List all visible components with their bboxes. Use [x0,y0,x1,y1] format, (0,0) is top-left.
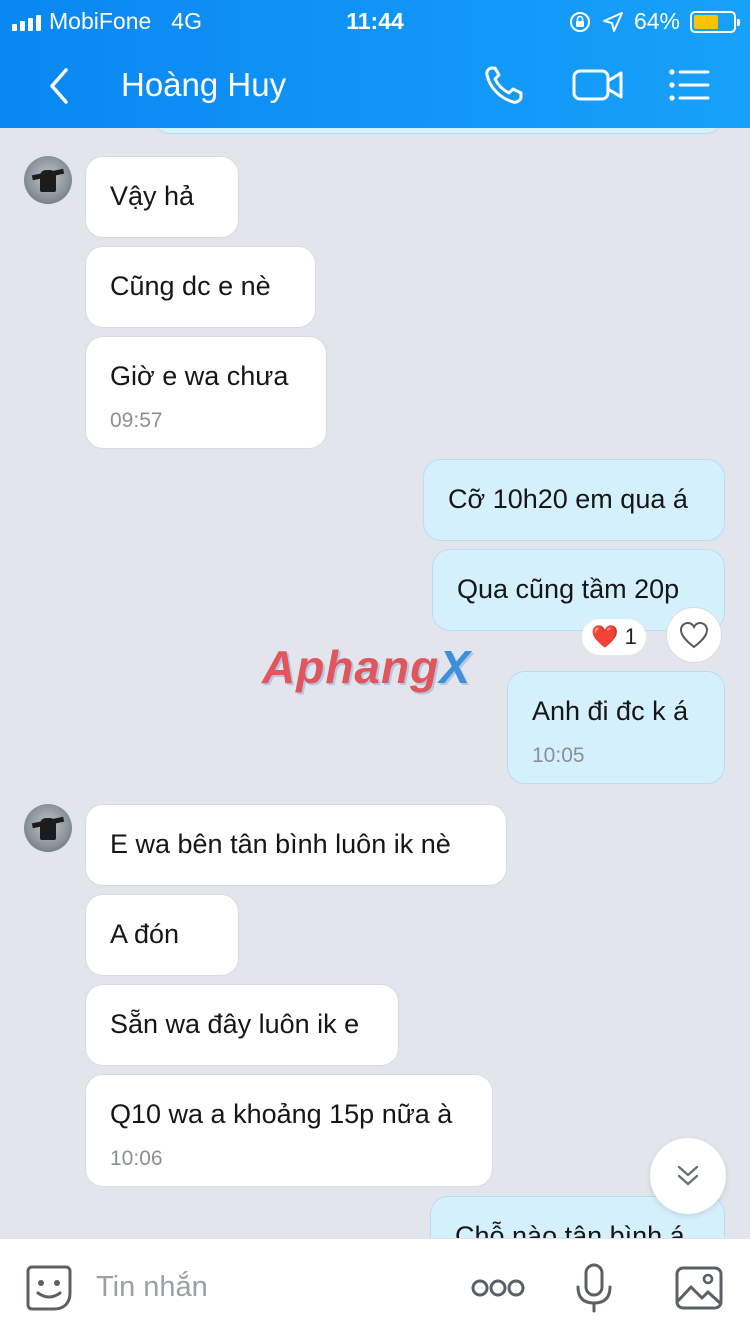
message-list[interactable]: Vậy hả Cũng dc e nè Giờ e wa chưa 09:57 … [0,128,750,1238]
battery-percent: 64% [633,8,680,34]
message-text: Q10 wa a khoảng 15p nữa à [110,1099,453,1129]
message-text: E wa bên tân bình luôn ik nè [110,829,451,859]
message-text: Anh đi đc k á [532,696,689,726]
message-timestamp: 10:06 [110,1147,163,1170]
microphone-icon[interactable] [572,1263,616,1313]
video-camera-icon[interactable] [570,62,626,108]
message-text: Qua cũng tầm 20p [457,574,680,604]
message-bubble[interactable]: A đón [85,894,239,976]
message-text: Cỡ 10h20 em qua á [448,484,688,514]
message-text: Cũng dc e nè [110,271,271,301]
message-text: Giờ e wa chưa [110,361,289,391]
list-menu-icon[interactable] [666,62,712,108]
reaction-badge[interactable]: ❤️ 1 [582,619,646,655]
status-bar: MobiFone 4G 11:44 64% [0,0,750,40]
heart-outline-icon[interactable] [666,607,722,663]
navigation-bar: Hoàng Huy [0,44,750,128]
location-arrow-icon [602,11,623,32]
scroll-to-bottom-button[interactable] [650,1138,726,1214]
message-text: Chỗ nào tân bình á [455,1221,685,1238]
reaction-count: 1 [624,624,637,649]
contact-avatar[interactable] [24,804,72,852]
message-bubble[interactable]: Vậy hả [85,156,239,238]
image-icon[interactable] [674,1263,724,1313]
message-bubble[interactable]: Cũng dc e nè [85,246,316,328]
message-bubble[interactable]: E wa bên tân bình luôn ik nè [85,804,507,886]
heart-reaction-icon: ❤️ [591,624,619,649]
message-composer: Tin nhắn [0,1238,750,1334]
status-right: 64% [568,8,740,35]
battery-fill [694,14,719,29]
message-bubble[interactable]: Cỡ 10h20 em qua á [423,459,725,541]
partial-message-bubble[interactable] [152,128,724,134]
message-timestamp: 09:57 [110,409,163,432]
watermark-accent: X [439,641,471,693]
more-dots-icon[interactable] [470,1263,526,1313]
heart-outline-svg [679,621,709,649]
message-text: A đón [110,919,180,949]
back-chevron-icon[interactable] [40,64,80,108]
chat-header: MobiFone 4G 11:44 64% Hoàng Huy [0,0,750,128]
message-bubble[interactable]: Sẵn wa đây luôn ik e [85,984,399,1066]
message-bubble[interactable]: Anh đi đc k á 10:05 [507,671,725,784]
smiley-sticker-icon[interactable] [24,1263,74,1313]
orientation-lock-icon [569,11,590,32]
contact-avatar[interactable] [24,156,72,204]
chevron-double-down-icon [677,1165,699,1186]
contact-name[interactable]: Hoàng Huy [121,66,286,104]
message-input[interactable]: Tin nhắn [96,1271,208,1304]
watermark-text: Aphang [262,641,440,693]
message-text: Vậy hả [110,181,195,211]
phone-icon[interactable] [480,62,530,108]
watermark-logo: AphangX [262,640,471,694]
message-bubble[interactable]: Q10 wa a khoảng 15p nữa à 10:06 [85,1074,493,1187]
message-timestamp: 10:05 [532,744,585,767]
message-bubble[interactable]: Giờ e wa chưa 09:57 [85,336,327,449]
battery-icon [690,10,740,33]
message-text: Sẵn wa đây luôn ik e [110,1009,360,1039]
